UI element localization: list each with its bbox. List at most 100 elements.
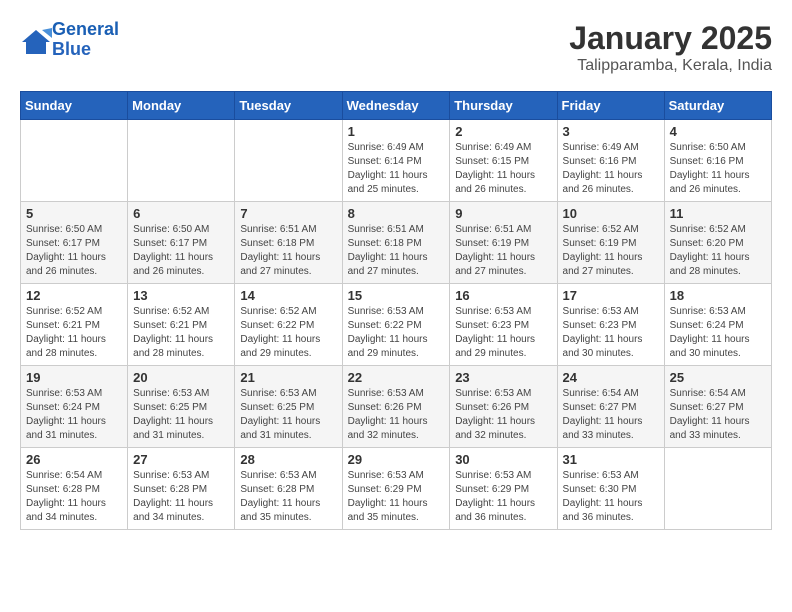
calendar-cell: 18 Sunrise: 6:53 AM Sunset: 6:24 PM Dayli… <box>664 284 771 366</box>
day-info: Sunrise: 6:51 AM Sunset: 6:18 PM Dayligh… <box>348 223 445 279</box>
day-number: 22 <box>348 370 445 385</box>
weekday-header-monday: Monday <box>128 92 235 120</box>
day-number: 27 <box>133 452 229 467</box>
day-number: 7 <box>240 206 336 221</box>
calendar-cell: 20Sunrise: 6:53 AM Sunset: 6:25 PM Dayli… <box>128 366 235 448</box>
day-number: 1 <box>348 124 445 139</box>
day-number: 16 <box>455 288 551 303</box>
logo: General Blue <box>20 20 119 60</box>
calendar-cell: 9Sunrise: 6:51 AM Sunset: 6:19 PM Daylig… <box>450 202 557 284</box>
day-number: 29 <box>348 452 445 467</box>
day-number: 5 <box>26 206 122 221</box>
day-info: Sunrise: 6:53 AM Sunset: 6:30 PM Dayligh… <box>563 469 659 525</box>
calendar-cell: 7 Sunrise: 6:51 AM Sunset: 6:18 PM Daylig… <box>235 202 342 284</box>
calendar-cell: 11 Sunrise: 6:52 AM Sunset: 6:20 PM Dayli… <box>664 202 771 284</box>
calendar-week-1: 1Sunrise: 6:49 AM Sunset: 6:14 PM Daylig… <box>21 120 772 202</box>
calendar-cell: 17 Sunrise: 6:53 AM Sunset: 6:23 PM Dayli… <box>557 284 664 366</box>
calendar-cell <box>664 448 771 530</box>
logo-icon <box>20 28 48 52</box>
weekday-header-saturday: Saturday <box>664 92 771 120</box>
day-info: Sunrise: 6:53 AM Sunset: 6:25 PM Dayligh… <box>240 387 336 443</box>
day-info: Sunrise: 6:54 AM Sunset: 6:27 PM Dayligh… <box>670 387 766 443</box>
day-number: 10 <box>563 206 659 221</box>
calendar-cell: 12 Sunrise: 6:52 AM Sunset: 6:21 PM Dayli… <box>21 284 128 366</box>
calendar-cell <box>235 120 342 202</box>
calendar-week-3: 12 Sunrise: 6:52 AM Sunset: 6:21 PM Dayli… <box>21 284 772 366</box>
day-info: Sunrise: 6:52 AM Sunset: 6:22 PM Dayligh… <box>240 305 336 361</box>
day-number: 28 <box>240 452 336 467</box>
day-info: Sunrise: 6:49 AM Sunset: 6:15 PM Dayligh… <box>455 141 551 197</box>
day-info: Sunrise: 6:50 AM Sunset: 6:17 PM Dayligh… <box>133 223 229 279</box>
day-info: Sunrise: 6:52 AM Sunset: 6:21 PM Dayligh… <box>26 305 122 361</box>
day-info: Sunrise: 6:53 AM Sunset: 6:29 PM Dayligh… <box>348 469 445 525</box>
calendar-cell: 25 Sunrise: 6:54 AM Sunset: 6:27 PM Dayli… <box>664 366 771 448</box>
day-info: Sunrise: 6:52 AM Sunset: 6:21 PM Dayligh… <box>133 305 229 361</box>
calendar-cell: 30Sunrise: 6:53 AM Sunset: 6:29 PM Dayli… <box>450 448 557 530</box>
day-info: Sunrise: 6:53 AM Sunset: 6:29 PM Dayligh… <box>455 469 551 525</box>
day-number: 14 <box>240 288 336 303</box>
day-number: 17 <box>563 288 659 303</box>
day-info: Sunrise: 6:52 AM Sunset: 6:20 PM Dayligh… <box>670 223 766 279</box>
day-number: 3 <box>563 124 659 139</box>
logo-text: General Blue <box>52 20 119 60</box>
day-number: 2 <box>455 124 551 139</box>
day-info: Sunrise: 6:53 AM Sunset: 6:26 PM Dayligh… <box>348 387 445 443</box>
calendar-cell: 26 Sunrise: 6:54 AM Sunset: 6:28 PM Dayli… <box>21 448 128 530</box>
calendar-cell: 28 Sunrise: 6:53 AM Sunset: 6:28 PM Dayli… <box>235 448 342 530</box>
calendar-cell: 16 Sunrise: 6:53 AM Sunset: 6:23 PM Dayli… <box>450 284 557 366</box>
day-number: 18 <box>670 288 766 303</box>
calendar-cell: 6 Sunrise: 6:50 AM Sunset: 6:17 PM Daylig… <box>128 202 235 284</box>
calendar-cell: 13 Sunrise: 6:52 AM Sunset: 6:21 PM Dayli… <box>128 284 235 366</box>
day-number: 19 <box>26 370 122 385</box>
day-info: Sunrise: 6:53 AM Sunset: 6:26 PM Dayligh… <box>455 387 551 443</box>
day-number: 15 <box>348 288 445 303</box>
calendar-cell <box>128 120 235 202</box>
calendar-cell: 22 Sunrise: 6:53 AM Sunset: 6:26 PM Dayli… <box>342 366 450 448</box>
calendar-cell: 4Sunrise: 6:50 AM Sunset: 6:16 PM Daylig… <box>664 120 771 202</box>
weekday-header-sunday: Sunday <box>21 92 128 120</box>
calendar-table: SundayMondayTuesdayWednesdayThursdayFrid… <box>20 91 772 530</box>
day-info: Sunrise: 6:53 AM Sunset: 6:25 PM Dayligh… <box>133 387 229 443</box>
day-number: 26 <box>26 452 122 467</box>
day-info: Sunrise: 6:51 AM Sunset: 6:18 PM Dayligh… <box>240 223 336 279</box>
day-number: 23 <box>455 370 551 385</box>
day-number: 25 <box>670 370 766 385</box>
calendar-week-2: 5 Sunrise: 6:50 AM Sunset: 6:17 PM Daylig… <box>21 202 772 284</box>
day-number: 6 <box>133 206 229 221</box>
day-info: Sunrise: 6:53 AM Sunset: 6:23 PM Dayligh… <box>563 305 659 361</box>
day-number: 8 <box>348 206 445 221</box>
weekday-header-wednesday: Wednesday <box>342 92 450 120</box>
day-number: 13 <box>133 288 229 303</box>
title-block: January 2025 Talipparamba, Kerala, India <box>569 20 772 75</box>
day-info: Sunrise: 6:53 AM Sunset: 6:22 PM Dayligh… <box>348 305 445 361</box>
day-info: Sunrise: 6:53 AM Sunset: 6:24 PM Dayligh… <box>26 387 122 443</box>
day-number: 11 <box>670 206 766 221</box>
calendar-cell: 14 Sunrise: 6:52 AM Sunset: 6:22 PM Dayli… <box>235 284 342 366</box>
day-info: Sunrise: 6:53 AM Sunset: 6:28 PM Dayligh… <box>240 469 336 525</box>
weekday-header-row: SundayMondayTuesdayWednesdayThursdayFrid… <box>21 92 772 120</box>
day-info: Sunrise: 6:52 AM Sunset: 6:19 PM Dayligh… <box>563 223 659 279</box>
location-subtitle: Talipparamba, Kerala, India <box>569 57 772 75</box>
weekday-header-thursday: Thursday <box>450 92 557 120</box>
day-info: Sunrise: 6:53 AM Sunset: 6:28 PM Dayligh… <box>133 469 229 525</box>
day-info: Sunrise: 6:53 AM Sunset: 6:24 PM Dayligh… <box>670 305 766 361</box>
calendar-cell: 10 Sunrise: 6:52 AM Sunset: 6:19 PM Dayli… <box>557 202 664 284</box>
calendar-cell: 19 Sunrise: 6:53 AM Sunset: 6:24 PM Dayli… <box>21 366 128 448</box>
calendar-cell: 3 Sunrise: 6:49 AM Sunset: 6:16 PM Daylig… <box>557 120 664 202</box>
weekday-header-tuesday: Tuesday <box>235 92 342 120</box>
day-number: 24 <box>563 370 659 385</box>
calendar-cell: 5Sunrise: 6:50 AM Sunset: 6:17 PM Daylig… <box>21 202 128 284</box>
calendar-cell: 23 Sunrise: 6:53 AM Sunset: 6:26 PM Dayli… <box>450 366 557 448</box>
calendar-cell <box>21 120 128 202</box>
day-number: 4 <box>670 124 766 139</box>
calendar-cell: 15 Sunrise: 6:53 AM Sunset: 6:22 PM Dayli… <box>342 284 450 366</box>
day-info: Sunrise: 6:54 AM Sunset: 6:28 PM Dayligh… <box>26 469 122 525</box>
month-title: January 2025 <box>569 20 772 57</box>
calendar-week-5: 26 Sunrise: 6:54 AM Sunset: 6:28 PM Dayli… <box>21 448 772 530</box>
weekday-header-friday: Friday <box>557 92 664 120</box>
day-number: 21 <box>240 370 336 385</box>
day-info: Sunrise: 6:49 AM Sunset: 6:16 PM Dayligh… <box>563 141 659 197</box>
day-number: 12 <box>26 288 122 303</box>
day-info: Sunrise: 6:53 AM Sunset: 6:23 PM Dayligh… <box>455 305 551 361</box>
day-info: Sunrise: 6:54 AM Sunset: 6:27 PM Dayligh… <box>563 387 659 443</box>
